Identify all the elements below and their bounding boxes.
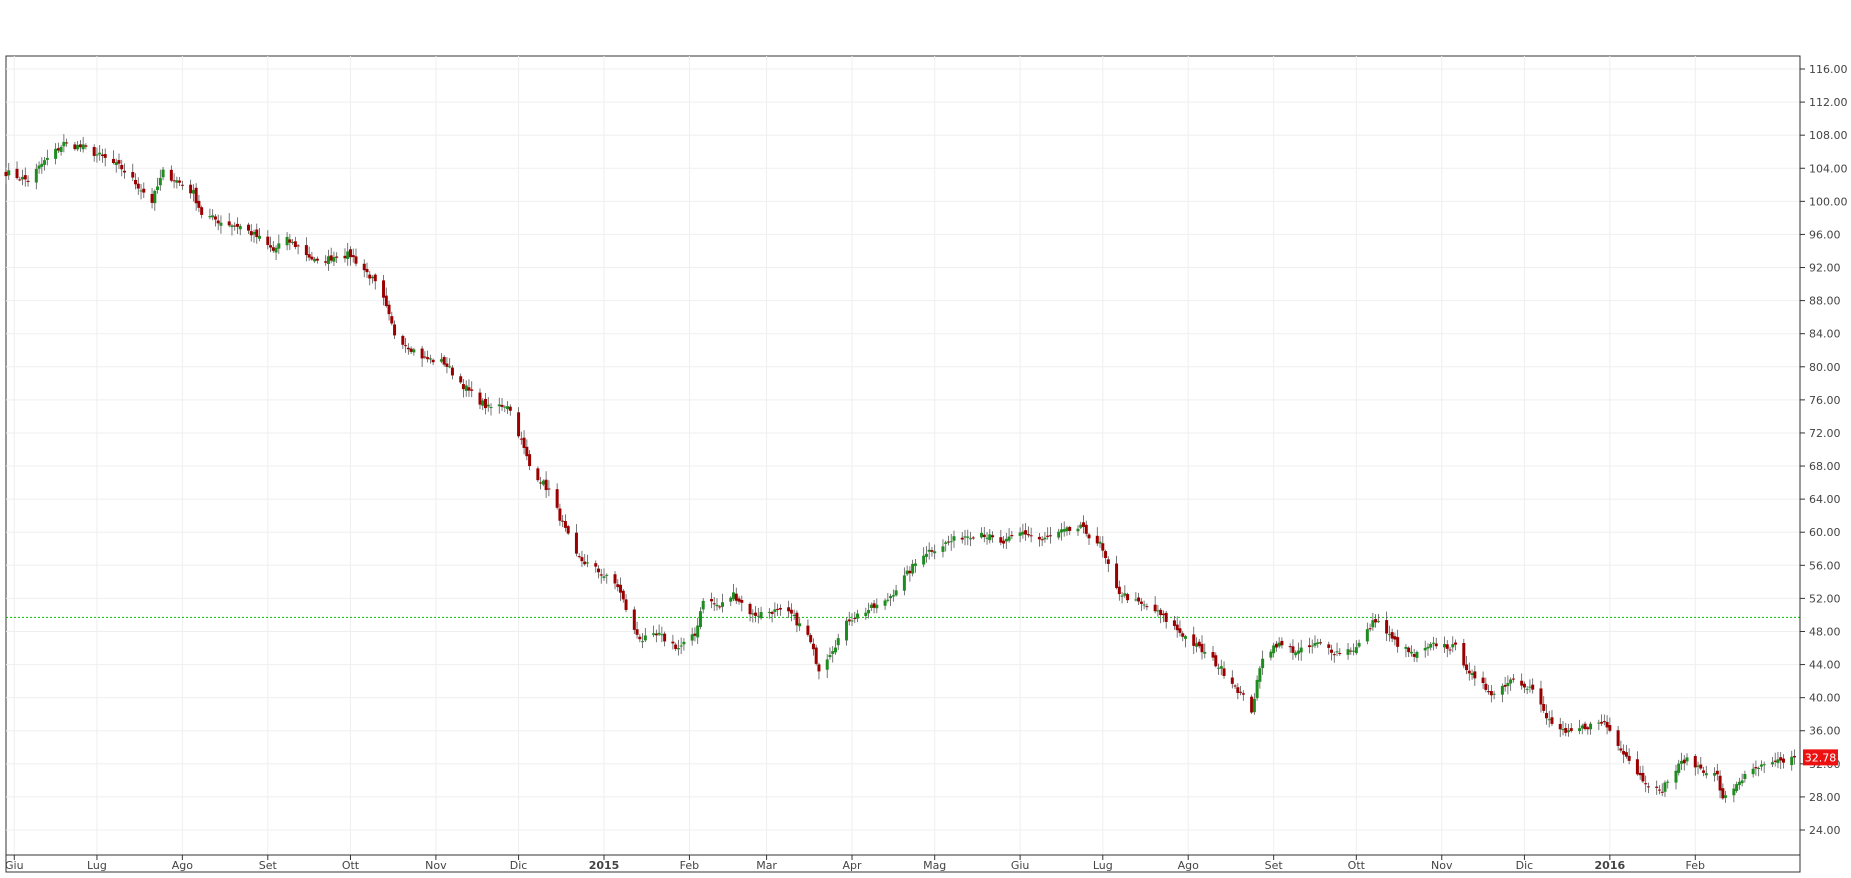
y-tick-label: 52.00 [1809,592,1841,605]
y-tick-label: 92.00 [1809,262,1841,275]
candle [814,644,818,666]
x-tick-label: Giu [5,859,24,872]
x-tick-label: Ott [342,859,360,872]
y-tick-label: 24.00 [1809,824,1841,837]
candle [1462,638,1466,669]
x-tick-label: Feb [1686,859,1705,872]
candle [536,466,540,483]
candle [1250,694,1254,714]
y-tick-label: 116.00 [1809,63,1848,76]
y-tick-label: 84.00 [1809,328,1841,341]
x-tick-label: Apr [843,859,863,872]
y-tick-label: 56.00 [1809,559,1841,572]
candle [566,524,570,536]
x-tick-label: Dic [1516,859,1534,872]
plot-area-frame [5,55,1801,873]
y-tick-label: 28.00 [1809,791,1841,804]
x-tick-label: Nov [1431,859,1453,872]
y-tick-label: 88.00 [1809,295,1841,308]
y-tick-label: 36.00 [1809,725,1841,738]
x-tick-label: Ago [1178,859,1200,872]
x-tick-label: 2015 [589,859,620,872]
y-tick-label: 108.00 [1809,129,1848,142]
x-tick-label: Giu [1011,859,1030,872]
x-tick-label: Set [259,859,278,872]
x-tick-label: Dic [510,859,528,872]
y-tick-label: 40.00 [1809,692,1841,705]
x-tick-label: 2016 [1595,859,1626,872]
x-tick-label: Ago [172,859,194,872]
y-tick-label: 48.00 [1809,625,1841,638]
x-tick-label: Mag [923,859,946,872]
x-tick-label: Feb [680,859,699,872]
last-price-tag: 32.78 [1803,749,1838,766]
stock-chart: 116.00 112.00 108.00 104.00 100.00 96.00 92.00… [4,55,1848,873]
x-tick-label: Lug [87,859,107,872]
y-tick-label: 80.00 [1809,361,1841,374]
x-tick-label: Lug [1093,859,1113,872]
y-tick-label: 72.00 [1809,427,1841,440]
x-tick-label: Set [1265,859,1284,872]
y-tick-label: 64.00 [1809,493,1841,506]
y-tick-label: 100.00 [1809,195,1848,208]
y-tick-label: 44.00 [1809,659,1841,672]
x-tick-label: Mar [756,859,777,872]
y-tick-label: 68.00 [1809,460,1841,473]
y-tick-label: 96.00 [1809,228,1841,241]
last-price-label: 32.78 [1805,751,1837,764]
y-tick-label: 104.00 [1809,162,1848,175]
x-tick-label: Nov [425,859,447,872]
y-tick-label: 60.00 [1809,526,1841,539]
y-tick-label: 112.00 [1809,96,1848,109]
x-tick-label: Ott [1348,859,1366,872]
y-tick-label: 76.00 [1809,394,1841,407]
